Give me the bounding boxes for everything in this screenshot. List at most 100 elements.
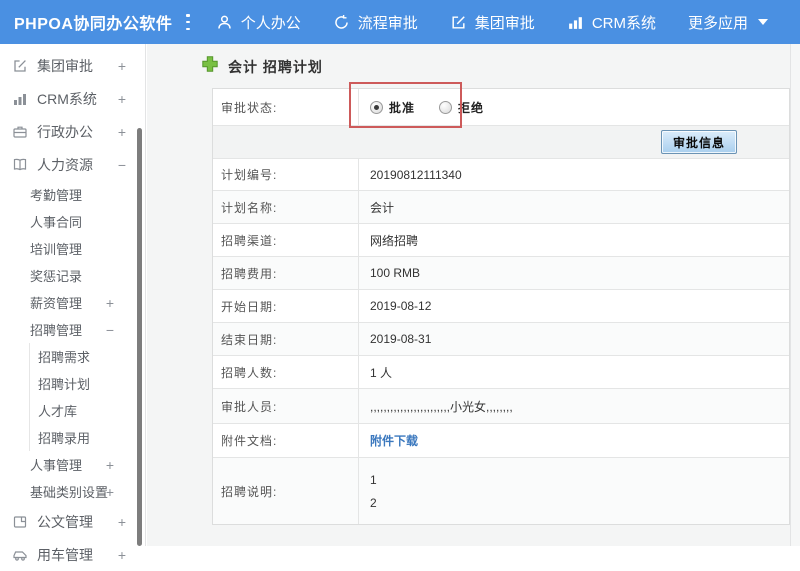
row-label: 招聘费用: [213, 257, 359, 289]
sidebar-item-label: 招聘录用 [38, 431, 91, 446]
sidebar-item-label: 公文管理 [37, 513, 93, 530]
radio-reject-label: 拒绝 [458, 100, 485, 115]
expand-toggle[interactable]: − [118, 158, 126, 172]
sidebar-item-hr-contract[interactable]: 人事合同 [0, 208, 145, 235]
sidebar-item-label: 基础类别设置 [30, 485, 109, 500]
sidebar-item-rewards[interactable]: 奖惩记录 [0, 262, 145, 289]
radio-approve-label: 批准 [389, 100, 416, 115]
book-icon [12, 157, 28, 173]
sidebar-item-label: 人力资源 [37, 156, 93, 173]
main-content: 会计 招聘计划 审批状态: 批准 拒绝 审批信息 计划编号: 201908121… [147, 44, 800, 546]
sidebar-item-recruit-plan[interactable]: 招聘计划 [0, 370, 145, 397]
sidebar-item-label: 人事管理 [30, 458, 83, 473]
row-value: 1 人 [370, 365, 393, 380]
expand-toggle[interactable]: + [118, 59, 126, 73]
bar-chart-icon [567, 14, 584, 31]
sidebar-item-vehicle-mgmt[interactable]: 用车管理 + [0, 538, 145, 571]
sidebar-item-talent-pool[interactable]: 人才库 [0, 397, 145, 424]
row-label: 招聘说明: [213, 458, 359, 524]
table-row-attachment: 附件文档: 附件下载 [213, 424, 789, 458]
nav-item-process-approval[interactable]: 流程审批 [333, 12, 418, 33]
row-value: 会计 [370, 200, 395, 215]
table-row-recruit-channel: 招聘渠道: 网络招聘 [213, 224, 789, 257]
attachment-download-link[interactable]: 附件下载 [370, 432, 418, 449]
car-icon [12, 547, 28, 563]
sidebar-item-admin-office[interactable]: 行政办公 + [0, 115, 145, 148]
nav-item-label: 流程审批 [357, 14, 418, 32]
bar-chart-icon [12, 91, 28, 107]
nav-item-personal-office[interactable]: 个人办公 [216, 12, 301, 33]
sidebar-item-salary[interactable]: 薪资管理 + [0, 289, 145, 316]
sidebar-item-label: 招聘需求 [38, 350, 91, 365]
sidebar-item-hr[interactable]: 人力资源 − [0, 148, 145, 181]
nav-item-label: CRM系统 [591, 14, 656, 32]
sidebar-item-recruit-mgmt[interactable]: 招聘管理 − [0, 316, 145, 343]
page-title: 会计 招聘计划 [201, 55, 323, 78]
sidebar-item-label: 招聘计划 [38, 377, 91, 392]
radio-approve[interactable] [370, 100, 383, 114]
row-label: 开始日期: [213, 290, 359, 322]
nav-item-label: 更多应用 [687, 14, 748, 32]
sidebar-item-label: 培训管理 [30, 242, 83, 257]
person-icon [216, 14, 233, 31]
expand-toggle[interactable]: + [118, 125, 126, 139]
sidebar-item-recruit-demand[interactable]: 招聘需求 [0, 343, 145, 370]
sidebar-item-label: 行政办公 [37, 123, 93, 140]
row-label: 计划编号: [213, 159, 359, 190]
sidebar-item-label: 集团审批 [37, 57, 93, 74]
topbar: PHPOA协同办公软件 个人办公 流程审批 集团审批 CRM系统 更多应用 [0, 0, 800, 44]
radio-reject[interactable] [439, 100, 453, 114]
expand-toggle[interactable]: + [118, 515, 126, 529]
process-icon [333, 14, 350, 31]
row-label: 附件文档: [213, 424, 359, 457]
table-row-headcount: 招聘人数: 1 人 [213, 356, 789, 389]
sidebar-item-group-approval[interactable]: 集团审批 + [0, 49, 145, 82]
row-value: 网络招聘 [370, 233, 419, 248]
nav-item-more-apps[interactable]: 更多应用 [688, 12, 768, 33]
top-navigation: 个人办公 流程审批 集团审批 CRM系统 更多应用 [216, 12, 800, 33]
sidebar-item-base-category[interactable]: 基础类别设置 + [0, 478, 145, 505]
sidebar-item-doc-mgmt[interactable]: 公文管理 + [0, 505, 145, 538]
caret-down-icon [758, 19, 768, 25]
hamburger-menu-icon[interactable] [186, 14, 190, 30]
sidebar-item-label: 奖惩记录 [30, 269, 83, 284]
table-row-plan-name: 计划名称: 会计 [213, 191, 789, 224]
sidebar-item-label: 人才库 [38, 404, 78, 419]
app-window: PHPOA协同办公软件 个人办公 流程审批 集团审批 CRM系统 更多应用 集团… [0, 0, 800, 563]
nav-item-crm[interactable]: CRM系统 [567, 12, 656, 33]
row-value: 2019-08-31 [370, 332, 432, 346]
sidebar-item-training[interactable]: 培训管理 [0, 235, 145, 262]
row-value: ,,,,,,,,,,,,,,,,,,,,,,,,小光女,,,,,,,, [370, 399, 513, 414]
briefcase-icon [12, 124, 28, 140]
description-line: 2 [370, 495, 377, 510]
nav-item-label: 集团审批 [474, 14, 535, 32]
expand-toggle[interactable]: + [118, 92, 126, 106]
sidebar-item-crm[interactable]: CRM系统 + [0, 82, 145, 115]
expand-toggle[interactable]: + [118, 548, 126, 562]
expand-toggle[interactable]: + [106, 458, 114, 472]
sidebar-item-label: 招聘管理 [30, 323, 83, 338]
table-row-recruit-cost: 招聘费用: 100 RMB [213, 257, 789, 290]
sidebar-item-personnel-mgmt[interactable]: 人事管理 + [0, 451, 145, 478]
expand-toggle[interactable]: + [106, 296, 114, 310]
expand-toggle[interactable]: + [106, 485, 114, 499]
table-row-approval-status: 审批状态: 批准 拒绝 [213, 89, 789, 126]
sidebar-item-label: 用车管理 [37, 546, 93, 563]
table-row-plan-number: 计划编号: 20190812111340 [213, 159, 789, 191]
table-row-start-date: 开始日期: 2019-08-12 [213, 290, 789, 323]
sidebar-item-recruit-hire[interactable]: 招聘录用 [0, 424, 145, 451]
content-scrollbar-track[interactable] [790, 44, 800, 546]
row-label: 审批状态: [213, 89, 359, 125]
recruit-plan-detail-table: 审批状态: 批准 拒绝 审批信息 计划编号: 20190812111340 计划… [212, 88, 790, 525]
approval-info-button[interactable]: 审批信息 [660, 130, 737, 154]
sidebar-scrollbar[interactable] [137, 128, 142, 546]
sidebar-item-label: 考勤管理 [30, 188, 83, 203]
row-value: 20190812111340 [370, 167, 462, 182]
expand-toggle[interactable]: − [106, 323, 114, 337]
row-label: 计划名称: [213, 191, 359, 223]
edit-square-icon [12, 58, 28, 74]
sidebar-item-attendance[interactable]: 考勤管理 [0, 181, 145, 208]
nav-item-group-approval[interactable]: 集团审批 [450, 12, 535, 33]
document-icon [12, 514, 28, 530]
app-logo: PHPOA协同办公软件 [14, 16, 173, 33]
